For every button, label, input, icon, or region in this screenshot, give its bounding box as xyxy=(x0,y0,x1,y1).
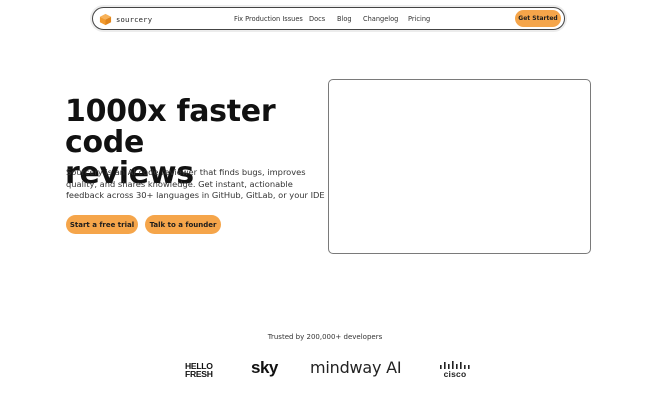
hero-title-line-1: 1000x faster code xyxy=(65,94,276,160)
top-nav: sourcery Fix Production Issues Docs Blog… xyxy=(92,7,565,30)
sky-logo: sky xyxy=(251,358,278,377)
hellofresh-logo: HELLO FRESH xyxy=(185,362,219,379)
cisco-logo: cisco xyxy=(439,361,471,379)
nav-link-fix-production-issues[interactable]: Fix Production Issues xyxy=(234,15,303,23)
demo-video-frame[interactable] xyxy=(328,79,591,254)
nav-link-docs[interactable]: Docs xyxy=(309,15,325,23)
trusted-by-text: Trusted by 200,000+ developers xyxy=(267,333,383,341)
start-free-trial-button[interactable]: Start a free trial xyxy=(66,215,138,234)
get-started-button[interactable]: Get Started xyxy=(515,10,561,27)
nav-links: Fix Production Issues Docs Blog Changelo… xyxy=(93,8,564,29)
nav-link-blog[interactable]: Blog xyxy=(337,15,352,23)
hellofresh-logo-line-2: FRESH xyxy=(185,369,213,379)
nav-link-changelog[interactable]: Changelog xyxy=(363,15,398,23)
cisco-wordmark: cisco xyxy=(443,369,467,379)
hero-description: Sourcery is an AI code reviewer that fin… xyxy=(66,167,325,201)
nav-link-pricing[interactable]: Pricing xyxy=(408,15,430,23)
talk-to-founder-button[interactable]: Talk to a founder xyxy=(145,215,221,234)
mindway-ai-logo: mindway AI xyxy=(310,358,402,377)
